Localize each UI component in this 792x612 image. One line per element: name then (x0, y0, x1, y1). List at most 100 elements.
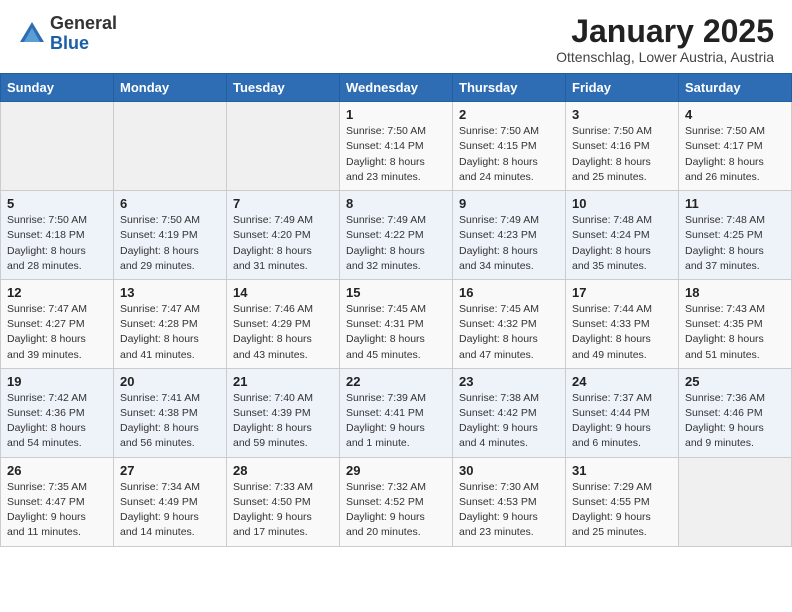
day-info: Sunrise: 7:45 AM Sunset: 4:32 PM Dayligh… (459, 302, 559, 363)
calendar-cell: 2 Sunrise: 7:50 AM Sunset: 4:15 PM Daylig… (453, 102, 566, 191)
calendar-cell (114, 102, 227, 191)
header-saturday: Saturday (679, 74, 792, 102)
calendar-cell: 1Sunrise: 7:50 AM Sunset: 4:14 PM Daylig… (340, 102, 453, 191)
calendar-header: Sunday Monday Tuesday Wednesday Thursday… (1, 74, 792, 102)
day-number: 30 (459, 463, 559, 478)
calendar-week-2: 12 Sunrise: 7:47 AM Sunset: 4:27 PM Dayli… (1, 279, 792, 368)
page-header: General Blue January 2025 Ottenschlag, L… (0, 0, 792, 73)
header-friday: Friday (566, 74, 679, 102)
calendar-cell: 4 Sunrise: 7:50 AM Sunset: 4:17 PM Daylig… (679, 102, 792, 191)
header-row: Sunday Monday Tuesday Wednesday Thursday… (1, 74, 792, 102)
calendar-cell: 24 Sunrise: 7:37 AM Sunset: 4:44 PM Dayli… (566, 368, 679, 457)
header-sunday: Sunday (1, 74, 114, 102)
day-info: Sunrise: 7:47 AM Sunset: 4:28 PM Dayligh… (120, 302, 220, 363)
calendar-cell (227, 102, 340, 191)
day-info: Sunrise: 7:49 AM Sunset: 4:22 PM Dayligh… (346, 213, 446, 274)
calendar-cell: 15 Sunrise: 7:45 AM Sunset: 4:31 PM Dayli… (340, 279, 453, 368)
calendar-week-4: 26 Sunrise: 7:35 AM Sunset: 4:47 PM Dayli… (1, 457, 792, 546)
day-number: 13 (120, 285, 220, 300)
calendar-cell: 29 Sunrise: 7:32 AM Sunset: 4:52 PM Dayli… (340, 457, 453, 546)
calendar-cell: 8Sunrise: 7:49 AM Sunset: 4:22 PM Daylig… (340, 191, 453, 280)
day-info: Sunrise: 7:50 AM Sunset: 4:14 PM Dayligh… (346, 124, 446, 185)
day-info: Sunrise: 7:42 AM Sunset: 4:36 PM Dayligh… (7, 391, 107, 452)
calendar-cell: 23Sunrise: 7:38 AM Sunset: 4:42 PM Dayli… (453, 368, 566, 457)
calendar-cell: 14 Sunrise: 7:46 AM Sunset: 4:29 PM Dayli… (227, 279, 340, 368)
calendar-cell: 3Sunrise: 7:50 AM Sunset: 4:16 PM Daylig… (566, 102, 679, 191)
day-info: Sunrise: 7:46 AM Sunset: 4:29 PM Dayligh… (233, 302, 333, 363)
calendar-cell (679, 457, 792, 546)
day-info: Sunrise: 7:48 AM Sunset: 4:25 PM Dayligh… (685, 213, 785, 274)
day-number: 15 (346, 285, 446, 300)
day-number: 26 (7, 463, 107, 478)
day-number: 20 (120, 374, 220, 389)
day-info: Sunrise: 7:35 AM Sunset: 4:47 PM Dayligh… (7, 480, 107, 541)
calendar-cell (1, 102, 114, 191)
day-number: 16 (459, 285, 559, 300)
day-info: Sunrise: 7:40 AM Sunset: 4:39 PM Dayligh… (233, 391, 333, 452)
day-info: Sunrise: 7:44 AM Sunset: 4:33 PM Dayligh… (572, 302, 672, 363)
day-info: Sunrise: 7:41 AM Sunset: 4:38 PM Dayligh… (120, 391, 220, 452)
header-wednesday: Wednesday (340, 74, 453, 102)
calendar-cell: 7Sunrise: 7:49 AM Sunset: 4:20 PM Daylig… (227, 191, 340, 280)
logo-blue-text: Blue (50, 33, 89, 53)
calendar-week-1: 5Sunrise: 7:50 AM Sunset: 4:18 PM Daylig… (1, 191, 792, 280)
logo-general-text: General (50, 13, 117, 33)
day-number: 21 (233, 374, 333, 389)
day-info: Sunrise: 7:50 AM Sunset: 4:15 PM Dayligh… (459, 124, 559, 185)
day-number: 10 (572, 196, 672, 211)
calendar-body: 1Sunrise: 7:50 AM Sunset: 4:14 PM Daylig… (1, 102, 792, 546)
calendar-cell: 20 Sunrise: 7:41 AM Sunset: 4:38 PM Dayli… (114, 368, 227, 457)
day-info: Sunrise: 7:32 AM Sunset: 4:52 PM Dayligh… (346, 480, 446, 541)
day-number: 11 (685, 196, 785, 211)
calendar-cell: 28Sunrise: 7:33 AM Sunset: 4:50 PM Dayli… (227, 457, 340, 546)
calendar-cell: 17 Sunrise: 7:44 AM Sunset: 4:33 PM Dayli… (566, 279, 679, 368)
logo-icon (18, 20, 46, 48)
calendar-cell: 10Sunrise: 7:48 AM Sunset: 4:24 PM Dayli… (566, 191, 679, 280)
day-info: Sunrise: 7:45 AM Sunset: 4:31 PM Dayligh… (346, 302, 446, 363)
calendar-week-3: 19 Sunrise: 7:42 AM Sunset: 4:36 PM Dayli… (1, 368, 792, 457)
day-number: 31 (572, 463, 672, 478)
day-number: 5 (7, 196, 107, 211)
calendar-cell: 19 Sunrise: 7:42 AM Sunset: 4:36 PM Dayli… (1, 368, 114, 457)
day-number: 17 (572, 285, 672, 300)
day-number: 28 (233, 463, 333, 478)
day-info: Sunrise: 7:36 AM Sunset: 4:46 PM Dayligh… (685, 391, 785, 452)
day-info: Sunrise: 7:37 AM Sunset: 4:44 PM Dayligh… (572, 391, 672, 452)
day-info: Sunrise: 7:39 AM Sunset: 4:41 PM Dayligh… (346, 391, 446, 452)
day-number: 19 (7, 374, 107, 389)
day-number: 22 (346, 374, 446, 389)
header-tuesday: Tuesday (227, 74, 340, 102)
calendar-cell: 25Sunrise: 7:36 AM Sunset: 4:46 PM Dayli… (679, 368, 792, 457)
day-number: 2 (459, 107, 559, 122)
calendar-cell: 6Sunrise: 7:50 AM Sunset: 4:19 PM Daylig… (114, 191, 227, 280)
day-number: 29 (346, 463, 446, 478)
day-number: 14 (233, 285, 333, 300)
header-thursday: Thursday (453, 74, 566, 102)
day-number: 4 (685, 107, 785, 122)
day-number: 3 (572, 107, 672, 122)
day-info: Sunrise: 7:50 AM Sunset: 4:17 PM Dayligh… (685, 124, 785, 185)
calendar-cell: 26 Sunrise: 7:35 AM Sunset: 4:47 PM Dayli… (1, 457, 114, 546)
calendar-cell: 5Sunrise: 7:50 AM Sunset: 4:18 PM Daylig… (1, 191, 114, 280)
day-info: Sunrise: 7:50 AM Sunset: 4:19 PM Dayligh… (120, 213, 220, 274)
calendar-cell: 22 Sunrise: 7:39 AM Sunset: 4:41 PM Dayli… (340, 368, 453, 457)
day-info: Sunrise: 7:30 AM Sunset: 4:53 PM Dayligh… (459, 480, 559, 541)
day-number: 9 (459, 196, 559, 211)
calendar-cell: 13 Sunrise: 7:47 AM Sunset: 4:28 PM Dayli… (114, 279, 227, 368)
logo: General Blue (18, 14, 117, 54)
day-info: Sunrise: 7:38 AM Sunset: 4:42 PM Dayligh… (459, 391, 559, 452)
day-info: Sunrise: 7:29 AM Sunset: 4:55 PM Dayligh… (572, 480, 672, 541)
calendar-cell: 9 Sunrise: 7:49 AM Sunset: 4:23 PM Daylig… (453, 191, 566, 280)
calendar-cell: 30 Sunrise: 7:30 AM Sunset: 4:53 PM Dayli… (453, 457, 566, 546)
calendar-cell: 21 Sunrise: 7:40 AM Sunset: 4:39 PM Dayli… (227, 368, 340, 457)
calendar-cell: 31 Sunrise: 7:29 AM Sunset: 4:55 PM Dayli… (566, 457, 679, 546)
day-info: Sunrise: 7:47 AM Sunset: 4:27 PM Dayligh… (7, 302, 107, 363)
day-number: 7 (233, 196, 333, 211)
day-number: 12 (7, 285, 107, 300)
day-info: Sunrise: 7:34 AM Sunset: 4:49 PM Dayligh… (120, 480, 220, 541)
day-info: Sunrise: 7:49 AM Sunset: 4:23 PM Dayligh… (459, 213, 559, 274)
calendar-cell: 27Sunrise: 7:34 AM Sunset: 4:49 PM Dayli… (114, 457, 227, 546)
day-number: 24 (572, 374, 672, 389)
day-info: Sunrise: 7:43 AM Sunset: 4:35 PM Dayligh… (685, 302, 785, 363)
calendar-cell: 11 Sunrise: 7:48 AM Sunset: 4:25 PM Dayli… (679, 191, 792, 280)
